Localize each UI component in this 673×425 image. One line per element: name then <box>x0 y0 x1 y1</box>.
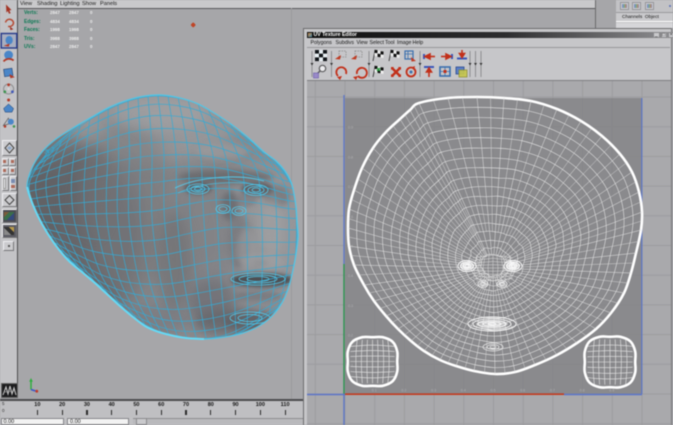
svg-text:0.7: 0.7 <box>348 185 353 189</box>
svg-text:0.7: 0.7 <box>549 388 554 392</box>
svg-text:0.6: 0.6 <box>520 388 525 392</box>
svg-text:0.4: 0.4 <box>348 274 353 278</box>
svg-text:0.3: 0.3 <box>348 303 353 307</box>
svg-text:0.2: 0.2 <box>348 333 353 337</box>
svg-text:0.4: 0.4 <box>460 388 465 392</box>
svg-text:0.9: 0.9 <box>609 388 614 392</box>
svg-text:0.9: 0.9 <box>348 125 353 129</box>
svg-text:0.2: 0.2 <box>401 388 406 392</box>
svg-text:0.3: 0.3 <box>431 388 436 392</box>
svg-text:0.8: 0.8 <box>348 155 353 159</box>
svg-text:0.1: 0.1 <box>371 388 376 392</box>
svg-text:0.8: 0.8 <box>579 388 584 392</box>
svg-text:0.5: 0.5 <box>490 388 495 392</box>
